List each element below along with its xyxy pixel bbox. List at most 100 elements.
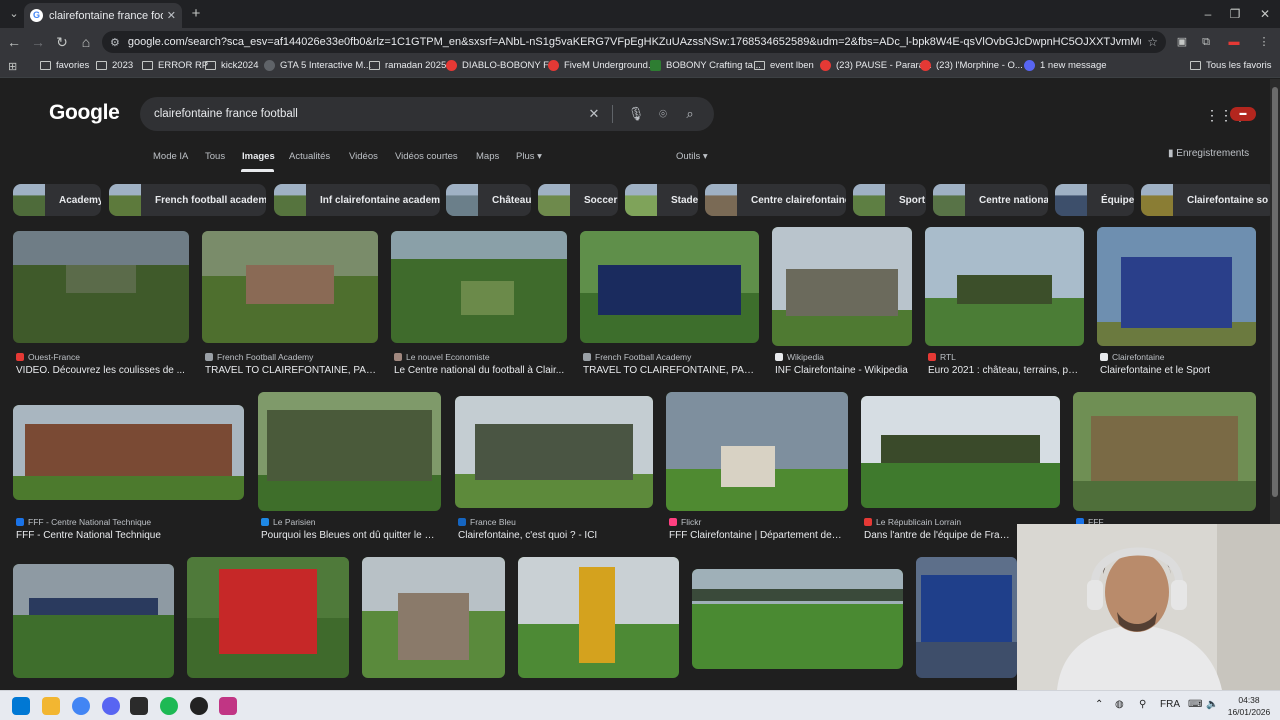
tab-images[interactable]: Images — [242, 151, 275, 162]
bookmark-item[interactable]: FiveM Underground... — [548, 60, 656, 71]
forward-icon[interactable]: → — [28, 32, 48, 52]
tab-actualites[interactable]: Actualités — [289, 151, 330, 162]
tab-videos[interactable]: Vidéos — [349, 151, 378, 162]
search-box[interactable]: clairefontaine france football ✕ 🎙 ⌾ ⌕ — [140, 97, 714, 131]
menu-dots-icon[interactable]: ⋮ — [1256, 34, 1272, 50]
related-chip[interactable]: Sport — [853, 184, 926, 216]
result-caption[interactable]: VIDEO. Découvrez les coulisses de ... — [16, 365, 188, 376]
bookmark-item[interactable]: event lben — [754, 60, 814, 71]
tab-maps[interactable]: Maps — [476, 151, 499, 162]
bookmark-item[interactable]: 2023 — [96, 60, 133, 71]
result-image[interactable] — [187, 557, 349, 678]
result-caption[interactable]: Dans l'antre de l'équipe de France. I... — [864, 530, 1014, 541]
profile-icon[interactable]: ▬ — [1226, 34, 1242, 50]
discord-icon[interactable] — [102, 697, 120, 715]
bookmark-item[interactable]: ERROR RP — [142, 60, 208, 71]
bookmark-item[interactable]: (23) l'Morphine - O... — [920, 60, 1023, 71]
related-chip[interactable]: Centre clairefontaine — [705, 184, 846, 216]
bookmark-item[interactable]: (23) PAUSE - Parara... — [820, 60, 932, 71]
saved-link[interactable]: ▮ Enregistrements — [1168, 148, 1249, 159]
tab-tous[interactable]: Tous — [205, 151, 225, 162]
apps-grid-icon[interactable]: ⊞ — [8, 60, 17, 73]
tab-plus[interactable]: Plus ▾ — [516, 151, 542, 162]
bookmark-item[interactable]: BOBONY Crafting ta... — [650, 60, 761, 71]
all-bookmarks[interactable]: Tous les favoris — [1190, 60, 1271, 71]
address-bar[interactable]: ⚙ google.com/search?sca_esv=af144026e33e… — [102, 31, 1166, 53]
result-image[interactable] — [518, 557, 679, 678]
close-window-icon[interactable]: ✕ — [1252, 4, 1278, 24]
result-image[interactable] — [391, 231, 567, 343]
site-info-icon[interactable]: ⚙ — [110, 36, 120, 49]
result-image[interactable] — [13, 564, 174, 678]
result-image[interactable] — [455, 396, 653, 508]
tab-mode-ia[interactable]: Mode IA — [153, 151, 188, 162]
result-image[interactable] — [580, 231, 759, 343]
result-image[interactable] — [1097, 227, 1256, 346]
tab-search-icon[interactable]: ⌄ — [4, 4, 24, 24]
related-chip[interactable]: Clairefontaine so — [1141, 184, 1276, 216]
windows-start-icon[interactable] — [12, 697, 30, 715]
result-source[interactable]: Ouest-France — [16, 352, 188, 362]
result-source[interactable]: France Bleu — [458, 517, 652, 527]
result-image[interactable] — [1073, 392, 1256, 511]
scrollbar-thumb[interactable] — [1272, 87, 1278, 497]
result-caption[interactable]: Pourquoi les Bleues ont dû quitter le C.… — [261, 530, 437, 541]
bookmark-star-icon[interactable]: ☆ — [1147, 35, 1158, 49]
related-chip[interactable]: Soccer — [538, 184, 618, 216]
tools-menu[interactable]: Outils ▾ — [676, 151, 708, 162]
result-image[interactable] — [13, 405, 244, 500]
result-image[interactable] — [258, 392, 441, 511]
result-source[interactable]: Wikipedia — [775, 352, 915, 362]
result-source[interactable]: French Football Academy — [583, 352, 755, 362]
extension-icon[interactable]: ▣ — [1174, 34, 1190, 50]
volume-icon[interactable]: 🔈 — [1206, 699, 1218, 710]
close-tab-icon[interactable]: ✕ — [167, 9, 176, 22]
related-chip[interactable]: Academy — [13, 184, 101, 216]
result-source[interactable]: Le nouvel Economiste — [394, 352, 566, 362]
clear-icon[interactable]: ✕ — [584, 106, 604, 122]
bookmark-item[interactable]: ramadan 2025 — [369, 60, 446, 71]
google-logo[interactable]: Google — [49, 101, 120, 125]
related-chip[interactable]: French football academy — [109, 184, 266, 216]
related-chip[interactable]: Château — [446, 184, 531, 216]
system-clock[interactable]: 04:38 16/01/2026 — [1225, 694, 1273, 718]
home-icon[interactable]: ⌂ — [76, 32, 96, 52]
spotify-icon[interactable] — [160, 697, 178, 715]
result-image[interactable] — [916, 557, 1017, 678]
related-chip[interactable]: Stade — [625, 184, 698, 216]
related-chip[interactable]: Inf clairefontaine academy — [274, 184, 440, 216]
result-source[interactable]: Flickr — [669, 517, 845, 527]
app-x-icon[interactable] — [130, 697, 148, 715]
result-caption[interactable]: Euro 2021 : château, terrains, pôl... — [928, 365, 1083, 376]
network-icon[interactable]: ⌨ — [1188, 699, 1202, 710]
bookmark-item[interactable]: kick2024 — [205, 60, 259, 71]
bookmark-item[interactable]: DIABLO-BOBONY F... — [446, 60, 556, 71]
lens-icon[interactable]: ⌾ — [653, 106, 673, 122]
new-tab-icon[interactable]: + — [186, 4, 206, 24]
language-indicator[interactable]: FRA — [1160, 699, 1180, 710]
result-caption[interactable]: FFF Clairefontaine | Département des ... — [669, 530, 845, 541]
result-source[interactable]: Le Parisien — [261, 517, 437, 527]
tray-app-icon[interactable]: ◍ — [1115, 699, 1124, 710]
result-image[interactable] — [925, 227, 1084, 346]
result-caption[interactable]: Le Centre national du football à Clair..… — [394, 365, 566, 376]
tab-videos-courtes[interactable]: Vidéos courtes — [395, 151, 458, 162]
browser-tab[interactable]: G clairefontaine france football - ✕ — [24, 3, 182, 28]
result-image[interactable] — [13, 231, 189, 343]
tray-overflow-icon[interactable]: ⌃ — [1095, 699, 1103, 710]
result-source[interactable]: French Football Academy — [205, 352, 377, 362]
restore-icon[interactable]: ❐ — [1222, 4, 1248, 24]
result-caption[interactable]: Clairefontaine, c'est quoi ? - ICI — [458, 530, 652, 541]
result-caption[interactable]: Clairefontaine et le Sport — [1100, 365, 1255, 376]
extensions-puzzle-icon[interactable]: ⧉ — [1198, 34, 1214, 50]
minimize-icon[interactable]: – — [1195, 4, 1221, 24]
bookmark-item[interactable]: favories — [40, 60, 89, 71]
instagram-icon[interactable] — [219, 697, 237, 715]
result-source[interactable]: FFF - Centre National Technique — [16, 517, 244, 527]
bookmark-item[interactable]: 1 new message — [1024, 60, 1107, 71]
related-chip[interactable]: Centre national — [933, 184, 1048, 216]
search-input[interactable]: clairefontaine france football — [154, 108, 577, 120]
bookmark-item[interactable]: GTA 5 Interactive M... — [264, 60, 371, 71]
result-source[interactable]: Clairefontaine — [1100, 352, 1255, 362]
result-image[interactable] — [692, 569, 903, 669]
